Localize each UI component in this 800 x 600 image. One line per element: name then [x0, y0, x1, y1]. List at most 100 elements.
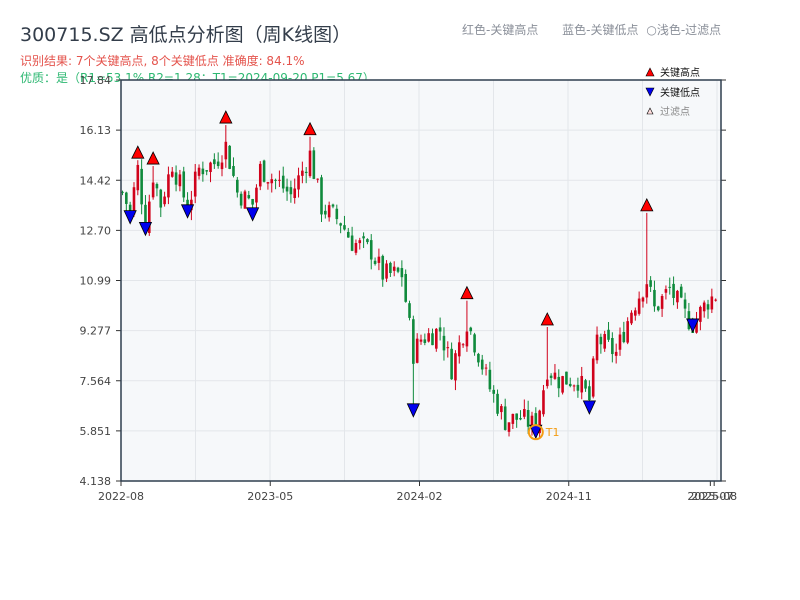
- legend-high-icon: [646, 68, 654, 76]
- candle-body: [619, 335, 622, 350]
- candle-body: [412, 319, 415, 364]
- candle-body: [680, 287, 683, 298]
- candle-body: [290, 187, 293, 194]
- candle-body: [454, 353, 457, 380]
- candle-body: [137, 165, 140, 190]
- candle-body: [240, 194, 243, 206]
- candle-body: [469, 328, 472, 332]
- candle-body: [565, 372, 568, 385]
- candle-body: [554, 373, 557, 379]
- candle-body: [642, 298, 645, 302]
- candle-body: [247, 195, 250, 198]
- y-tick-label: 10.99: [80, 275, 112, 288]
- candle-body: [378, 257, 381, 263]
- legend-label: 关键高点: [660, 66, 700, 79]
- candle-body: [580, 376, 583, 392]
- candle-body: [263, 161, 266, 182]
- candle-body: [217, 162, 220, 166]
- candle-body: [213, 159, 216, 164]
- candle-body: [439, 327, 442, 331]
- candle-body: [255, 188, 258, 203]
- candle-body: [140, 169, 143, 204]
- candle-body: [404, 274, 407, 302]
- candle-body: [125, 193, 128, 204]
- candle-body: [305, 172, 308, 173]
- candle-body: [332, 205, 335, 207]
- candle-body: [665, 289, 668, 293]
- candle-body: [458, 342, 461, 356]
- candle-body: [645, 284, 648, 297]
- candle-body: [607, 330, 610, 340]
- candle-body: [649, 280, 652, 287]
- candle-body: [171, 172, 174, 177]
- y-tick-label: 12.70: [80, 224, 112, 237]
- candle-body: [244, 191, 247, 208]
- legend-label: 关键低点: [660, 86, 700, 99]
- y-tick-label: 7.564: [80, 375, 112, 388]
- candle-body: [228, 146, 231, 169]
- candle-body: [489, 370, 492, 389]
- legend-label: 过滤点: [660, 105, 690, 118]
- candle-body: [427, 333, 430, 341]
- candle-body: [527, 410, 530, 427]
- candle-body: [370, 240, 373, 259]
- candle-body: [561, 376, 564, 393]
- candle-body: [282, 176, 285, 189]
- x-tick-label: 2022-08: [98, 490, 144, 503]
- candle-body: [339, 223, 342, 225]
- y-tick-label: 5.851: [80, 425, 112, 438]
- candle-body: [194, 172, 197, 197]
- candle-body: [202, 169, 205, 175]
- candle-body: [512, 414, 515, 424]
- candle-body: [328, 205, 331, 217]
- candle-body: [657, 306, 660, 310]
- candle-body: [278, 180, 281, 181]
- candle-body: [623, 332, 626, 342]
- candle-body: [358, 240, 361, 243]
- candle-body: [661, 296, 664, 309]
- candle-body: [699, 307, 702, 322]
- candle-body: [293, 189, 296, 198]
- candle-body: [274, 180, 277, 181]
- candle-body: [301, 171, 304, 176]
- candle-body: [569, 384, 572, 386]
- candle-body: [408, 303, 411, 318]
- y-tick-label: 9.277: [80, 325, 112, 338]
- y-tick-label: 14.42: [80, 174, 112, 187]
- x-tick-label: 2025-08: [691, 490, 737, 503]
- candle-body: [286, 187, 289, 192]
- candle-body: [672, 284, 675, 298]
- x-tick-label: 2024-02: [397, 490, 443, 503]
- candle-body: [707, 304, 710, 309]
- candle-body: [232, 166, 235, 176]
- y-tick-label: 17.84: [80, 74, 112, 87]
- candle-body: [542, 390, 545, 414]
- candle-body: [316, 179, 319, 180]
- candle-body: [477, 354, 480, 362]
- candle-body: [462, 344, 465, 345]
- candlestick-chart: 17.8416.1314.4212.7010.999.2777.5645.851…: [0, 0, 800, 600]
- candle-body: [209, 163, 212, 172]
- candle-body: [152, 183, 155, 198]
- candle-body: [573, 385, 576, 386]
- t1-label: T1: [545, 426, 560, 439]
- candle-body: [198, 168, 201, 176]
- candle-body: [347, 232, 350, 238]
- candle-body: [446, 347, 449, 348]
- candle-body: [297, 175, 300, 189]
- candle-body: [336, 209, 339, 219]
- candle-body: [366, 239, 369, 242]
- candle-body: [267, 182, 270, 183]
- candle-body: [221, 163, 224, 170]
- candle-body: [523, 409, 526, 417]
- candle-body: [592, 358, 595, 396]
- candle-body: [385, 264, 388, 279]
- candle-body: [324, 211, 327, 215]
- candle-body: [205, 170, 208, 171]
- candle-body: [163, 197, 166, 205]
- candle-body: [515, 413, 518, 419]
- candle-body: [389, 263, 392, 273]
- candle-body: [466, 332, 469, 347]
- candle-body: [443, 336, 446, 351]
- candle-body: [343, 225, 346, 229]
